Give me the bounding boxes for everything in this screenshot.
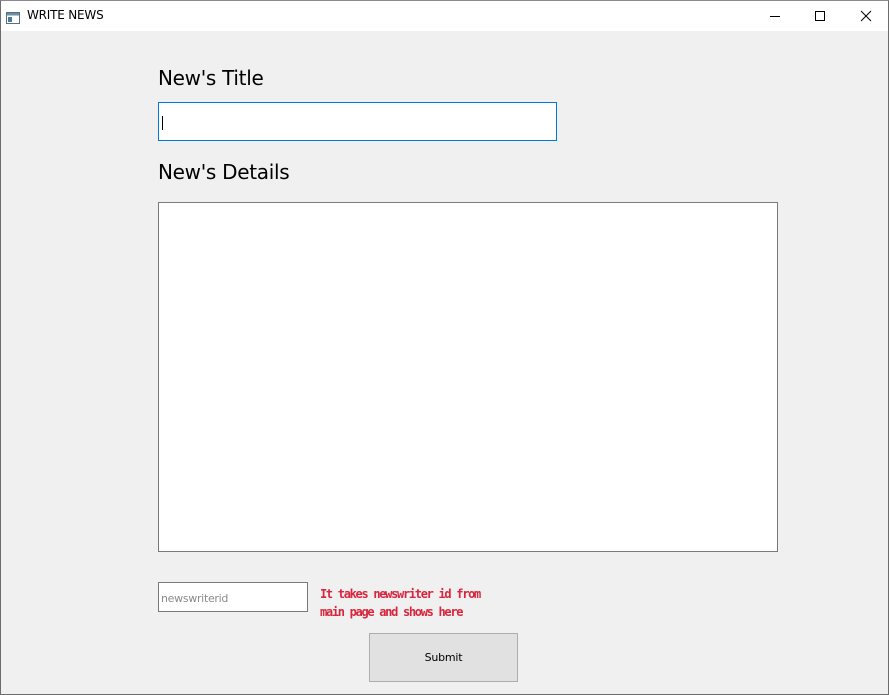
close-button[interactable] [843,1,888,31]
minimize-button[interactable] [752,1,798,31]
newswriter-id-field[interactable]: newswriterid [158,582,308,612]
close-icon [860,7,872,26]
submit-button[interactable]: Submit [369,633,518,682]
news-details-textarea[interactable] [158,202,778,552]
maximize-icon [814,7,826,26]
title-bar[interactable]: WRITE NEWS [1,1,888,31]
window-title: WRITE NEWS [27,8,104,22]
write-news-window: WRITE NEWS New's Title New's Details new… [0,0,889,695]
window-app-icon [6,9,20,24]
newswriter-id-value: newswriterid [161,592,229,605]
news-title-input[interactable] [158,102,557,141]
minimize-icon [769,7,781,26]
submit-button-label: Submit [424,651,463,664]
text-caret [162,116,163,130]
maximize-button[interactable] [797,1,843,31]
news-details-label: New's Details [158,160,290,184]
news-title-label: New's Title [158,66,264,90]
note-line-1: It takes newswriter id from [320,587,481,601]
newswriter-id-note: It takes newswriter id from main page an… [320,585,481,621]
note-line-2: main page and shows here [320,605,464,619]
